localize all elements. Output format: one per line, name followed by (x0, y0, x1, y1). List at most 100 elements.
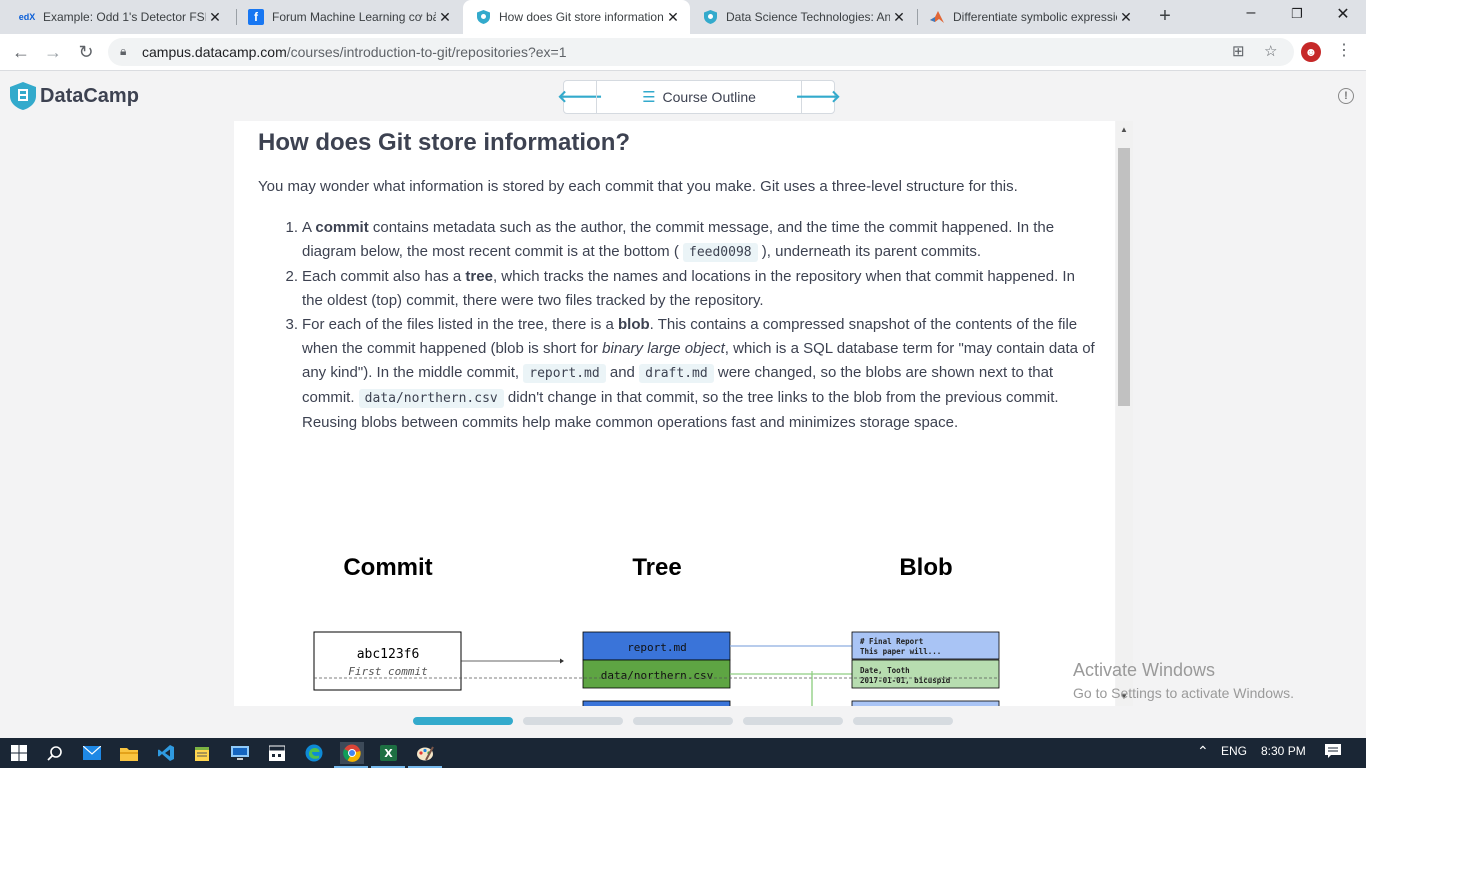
browser-tab-1[interactable]: edX Example: Odd 1's Detector FSM ✕ (7, 0, 232, 34)
list-item: 2. Each commit also has a tree, which tr… (258, 265, 1098, 313)
datacamp-shield-icon (10, 82, 36, 110)
remote-desktop-icon[interactable] (229, 742, 251, 764)
text: and (609, 364, 640, 381)
progress-segment[interactable] (853, 717, 953, 725)
chrome-icon[interactable] (334, 742, 368, 768)
list-number: 2. (285, 268, 298, 285)
url-path: /courses/introduction-to-git/repositorie… (286, 44, 567, 60)
code-feed0098: feed0098 (683, 243, 758, 262)
paint-icon[interactable] (408, 742, 442, 768)
code-draft-md: draft.md (639, 364, 714, 383)
tree-entry-next (582, 700, 731, 706)
blob-next (851, 700, 1000, 706)
tab-title: How does Git store information? (499, 10, 664, 24)
notifications-icon[interactable] (1325, 743, 1341, 762)
code-northern-csv: data/northern.csv (358, 389, 504, 408)
reload-icon[interactable]: ↻ (73, 39, 99, 65)
url-text[interactable]: campus.datacamp.com/courses/introduction… (142, 44, 567, 60)
page: DataCamp 🡐 ☰ Course Outline 🡒 ! How does… (0, 71, 1366, 738)
term-binary-large-object: binary large object (602, 340, 725, 357)
tree-file-report: report.md (627, 641, 687, 654)
profile-avatar-icon[interactable]: ☻ (1301, 42, 1321, 62)
progress-segment[interactable] (633, 717, 733, 725)
browser-tab-4[interactable]: Data Science Technologies: An ✕ (690, 0, 916, 34)
lesson-title: How does Git store information? (258, 129, 631, 156)
diagram-header-tree: Tree (632, 554, 681, 581)
mail-icon[interactable] (81, 742, 103, 764)
clock-time[interactable]: 8:30 PM (1261, 744, 1306, 758)
close-window-icon[interactable]: ✕ (1320, 4, 1366, 24)
close-tab-icon[interactable]: ✕ (436, 9, 454, 26)
matlab-icon (929, 9, 945, 25)
forward-icon[interactable]: → (40, 39, 66, 65)
browser-toolbar: ← → ↻ 🔒︎ campus.datacamp.com/courses/int… (0, 34, 1366, 71)
browser-tab-5[interactable]: Differentiate symbolic expressions ✕ (917, 0, 1143, 34)
excel-icon[interactable]: X (371, 742, 405, 768)
back-icon[interactable]: ← (8, 39, 34, 65)
windows-taskbar: X ⌃ ENG 8:30 PM (0, 738, 1366, 768)
course-outline-button[interactable]: ☰ Course Outline (596, 81, 802, 113)
text: ), underneath its parent commits. (761, 243, 982, 260)
scrollbar-thumb[interactable] (1118, 148, 1130, 406)
tab-title: Forum Machine Learning cơ bản (272, 10, 436, 24)
hamburger-icon: ☰ (642, 89, 656, 106)
activate-windows-watermark: Activate Windows Go to Settings to activ… (1073, 660, 1294, 701)
url-host: campus.datacamp.com (142, 44, 287, 60)
address-bar[interactable]: 🔒︎ campus.datacamp.com/courses/introduct… (108, 38, 1294, 66)
next-exercise-button[interactable]: 🡒 (795, 81, 841, 113)
datacamp-shield-icon (475, 9, 491, 25)
term-tree: tree (465, 268, 493, 285)
diagram-continuation (314, 671, 1000, 706)
close-tab-icon[interactable]: ✕ (206, 9, 224, 26)
new-tab-icon[interactable]: + (1153, 5, 1177, 28)
list-number: 1. (285, 219, 298, 236)
browser-menu-icon[interactable]: ⋮ (1336, 40, 1352, 60)
watermark-line-1: Activate Windows (1073, 660, 1216, 680)
datacamp-shield-icon (702, 9, 718, 25)
datacamp-logo[interactable]: DataCamp (10, 82, 139, 110)
facebook-icon: f (248, 9, 264, 25)
svg-text:X: X (384, 747, 393, 760)
list-number: 3. (285, 316, 298, 333)
input-language[interactable]: ENG (1221, 744, 1247, 758)
windows-start-icon[interactable] (8, 742, 30, 764)
browser-tab-strip: edX Example: Odd 1's Detector FSM ✕ f Fo… (0, 0, 1366, 34)
browser-tab-2[interactable]: f Forum Machine Learning cơ bản ✕ (236, 0, 462, 34)
close-tab-icon[interactable]: ✕ (664, 9, 682, 26)
vscode-icon[interactable] (155, 742, 177, 764)
lesson-scrollbar[interactable]: ▲ ▼ (1116, 121, 1133, 706)
previous-exercise-button[interactable]: 🡐 (557, 81, 603, 113)
exercise-progress (413, 717, 963, 725)
text: A (302, 219, 316, 236)
progress-segment[interactable] (743, 717, 843, 725)
term-commit: commit (315, 219, 369, 236)
close-tab-icon[interactable]: ✕ (1117, 9, 1135, 26)
edge-icon[interactable] (303, 742, 325, 764)
scroll-up-icon[interactable]: ▲ (1120, 125, 1128, 134)
progress-segment[interactable] (413, 717, 513, 725)
lesson-intro: You may wonder what information is store… (258, 178, 1018, 195)
progress-segment[interactable] (523, 717, 623, 725)
notepad-icon[interactable] (191, 742, 213, 764)
diagram-header-blob: Blob (899, 554, 952, 581)
watermark-line-2: Go to Settings to activate Windows. (1073, 685, 1294, 701)
list-item: 3. For each of the files listed in the t… (258, 313, 1098, 435)
translate-icon[interactable]: ⊞ (1232, 42, 1245, 60)
chevron-up-icon[interactable]: ⌃ (1197, 743, 1209, 760)
course-outline-label: Course Outline (662, 89, 756, 105)
course-navigation: 🡐 ☰ Course Outline 🡒 (557, 80, 841, 114)
info-icon[interactable]: ! (1338, 88, 1354, 104)
term-blob: blob (618, 316, 650, 333)
restore-icon[interactable]: ❐ (1274, 6, 1320, 22)
tab-title: Example: Odd 1's Detector FSM (43, 10, 206, 24)
bookmark-star-icon[interactable]: ☆ (1264, 42, 1277, 60)
file-explorer-icon[interactable] (118, 742, 140, 764)
search-icon[interactable] (44, 742, 66, 764)
calendar-app-icon[interactable] (266, 742, 288, 764)
text: For each of the files listed in the tree… (302, 316, 618, 333)
browser-tab-3-active[interactable]: How does Git store information? ✕ (463, 0, 690, 34)
diagram-header-commit: Commit (343, 554, 432, 581)
minimize-icon[interactable]: – (1228, 4, 1274, 22)
close-tab-icon[interactable]: ✕ (890, 9, 908, 26)
code-report-md: report.md (523, 364, 606, 383)
